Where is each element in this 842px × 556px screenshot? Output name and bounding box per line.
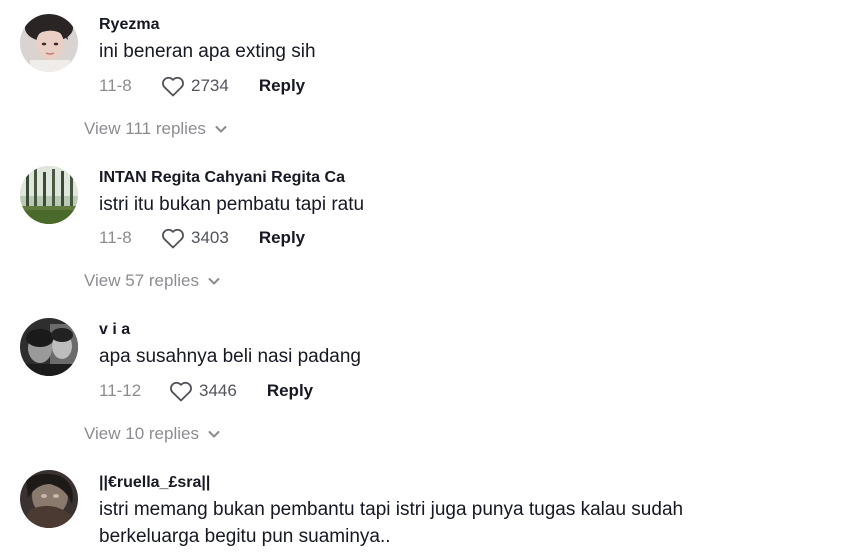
comment-text: apa susahnya beli nasi padang [99, 346, 361, 367]
like-button[interactable]: 3446 [169, 380, 237, 402]
view-replies-button[interactable]: View 10 replies [84, 424, 221, 444]
comment-meta: 11-12 3446 Reply [99, 379, 313, 403]
like-count: 2734 [191, 76, 229, 95]
avatar[interactable] [20, 470, 78, 528]
heart-outline-icon [162, 76, 184, 97]
comment-date: 11-8 [99, 228, 132, 247]
reply-button[interactable]: Reply [267, 381, 313, 401]
comment-text: istri memang bukan pembantu tapi istri j… [99, 499, 684, 547]
reply-button[interactable]: Reply [259, 76, 305, 96]
view-replies-label: View 10 replies [84, 424, 199, 443]
comment-text: ini beneran apa exting sih [99, 41, 316, 62]
comment-username[interactable]: Ryezma [99, 16, 159, 34]
like-button[interactable]: 2734 [161, 75, 229, 97]
chevron-down-icon [208, 431, 220, 438]
chevron-down-icon [215, 126, 227, 133]
like-count: 3446 [199, 381, 237, 400]
like-count: 3403 [191, 228, 229, 247]
comment-date: 11-12 [99, 381, 142, 400]
view-replies-button[interactable]: View 57 replies [84, 271, 221, 291]
comment-date: 11-8 [99, 76, 132, 95]
view-replies-button[interactable]: View 111 replies [84, 119, 228, 139]
view-replies-label: View 57 replies [84, 271, 199, 290]
comment-text: istri itu bukan pembatu tapi ratu [99, 194, 365, 215]
like-button[interactable]: 3403 [161, 227, 229, 249]
comment-meta: 11-8 2734 Reply [99, 74, 305, 98]
comment-meta: 11-8 3403 Reply [99, 226, 305, 250]
avatar[interactable] [20, 318, 78, 376]
reply-button[interactable]: Reply [259, 228, 305, 248]
avatar[interactable] [20, 166, 78, 224]
chevron-down-icon [208, 278, 220, 285]
view-replies-label: View 111 replies [84, 119, 206, 138]
heart-outline-icon [170, 381, 192, 402]
heart-outline-icon [162, 228, 184, 249]
comment-username[interactable]: v i a [99, 321, 130, 339]
avatar[interactable] [20, 14, 78, 72]
comment-username[interactable]: INTAN Regita Cahyani Regita Ca [99, 169, 345, 187]
comment-username[interactable]: ||€ruella_£sra|| [99, 474, 210, 492]
